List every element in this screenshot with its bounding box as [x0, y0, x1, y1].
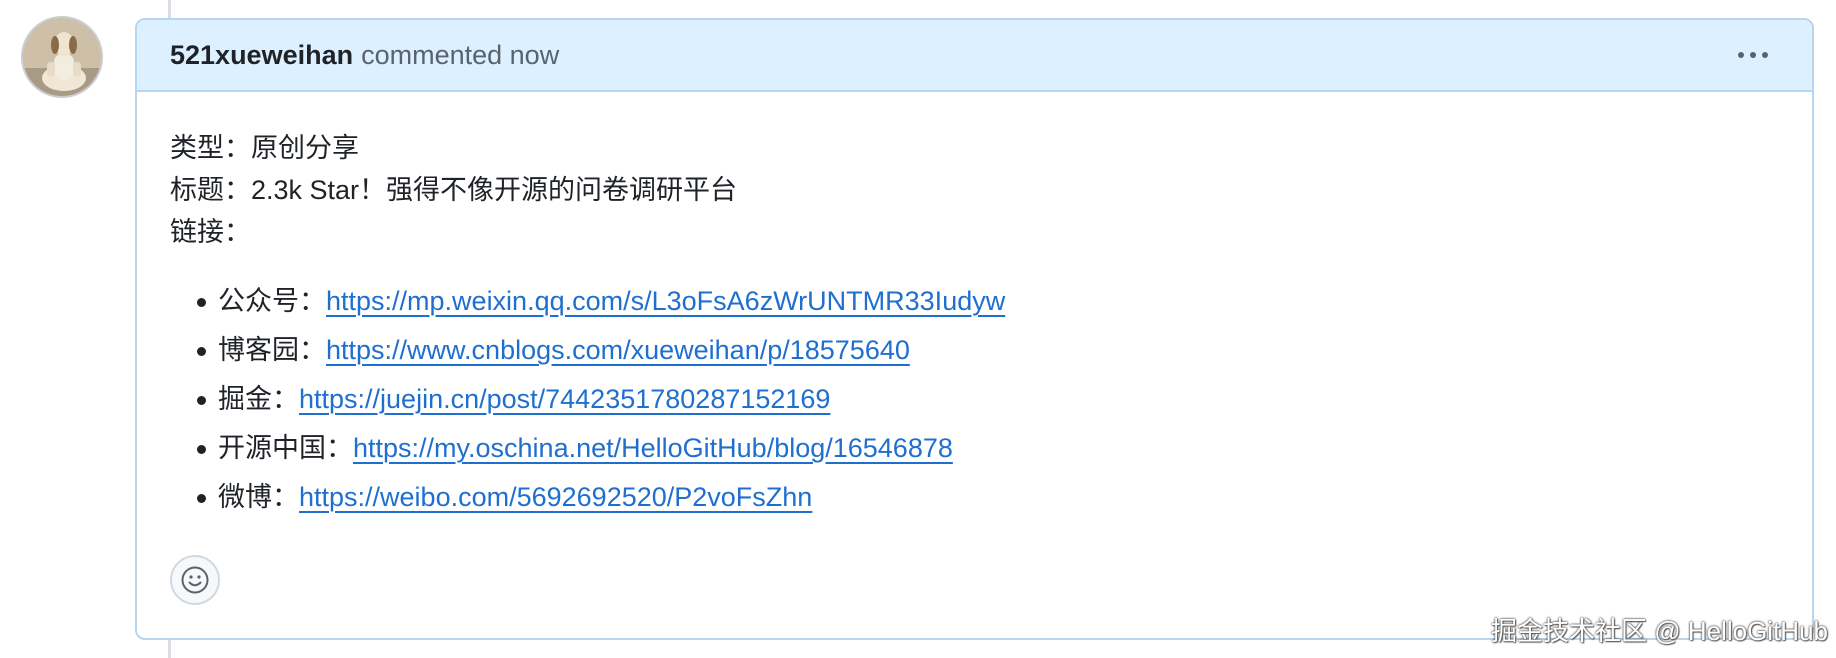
title-line: 标题：2.3k Star！强得不像开源的问卷调研平台 [170, 175, 738, 205]
comment-author[interactable]: 521xueweihan [170, 40, 353, 71]
link-label: 公众号： [218, 286, 326, 316]
bullet [197, 347, 206, 356]
link-label: 博客园： [218, 335, 326, 365]
list-item: 开源中国：https://my.oschina.net/HelloGitHub/… [170, 424, 1779, 473]
smiley-icon [181, 566, 209, 594]
add-reaction-button[interactable] [170, 555, 220, 605]
bullet [197, 445, 206, 454]
comment-body: 类型：原创分享 标题：2.3k Star！强得不像开源的问卷调研平台 链接： 公… [137, 92, 1812, 522]
watermark: 掘金技术社区 @ HelloGitHub [1490, 616, 1828, 646]
list-item: 掘金：https://juejin.cn/post/74423517802871… [170, 375, 1779, 424]
link-label: 开源中国： [218, 433, 353, 463]
comment-box: 521xueweihan commented now 类型：原创分享 标题：2.… [135, 18, 1814, 640]
bullet [197, 298, 206, 307]
links-heading: 链接： [170, 217, 251, 247]
link-label: 掘金： [218, 384, 299, 414]
bullet [197, 396, 206, 405]
link-oschina[interactable]: https://my.oschina.net/HelloGitHub/blog/… [353, 433, 953, 463]
type-line: 类型：原创分享 [170, 133, 359, 163]
link-weibo[interactable]: https://weibo.com/5692692520/P2voFsZhn [299, 482, 812, 512]
kebab-menu-icon[interactable] [1730, 44, 1776, 66]
bullet [197, 494, 206, 503]
avatar[interactable] [21, 16, 103, 98]
link-juejin[interactable]: https://juejin.cn/post/74423517802871521… [299, 384, 830, 414]
avatar-image [23, 18, 101, 96]
link-cnblogs[interactable]: https://www.cnblogs.com/xueweihan/p/1857… [326, 335, 910, 365]
link-label: 微博： [218, 482, 299, 512]
list-item: 博客园：https://www.cnblogs.com/xueweihan/p/… [170, 326, 1779, 375]
list-item: 公众号：https://mp.weixin.qq.com/s/L3oFsA6zW… [170, 277, 1779, 326]
link-weixin[interactable]: https://mp.weixin.qq.com/s/L3oFsA6zWrUNT… [326, 286, 1005, 316]
link-list: 公众号：https://mp.weixin.qq.com/s/L3oFsA6zW… [170, 277, 1779, 522]
list-item: 微博：https://weibo.com/5692692520/P2voFsZh… [170, 473, 1779, 522]
comment-header: 521xueweihan commented now [137, 20, 1812, 92]
comment-timestamp: commented now [361, 39, 560, 70]
